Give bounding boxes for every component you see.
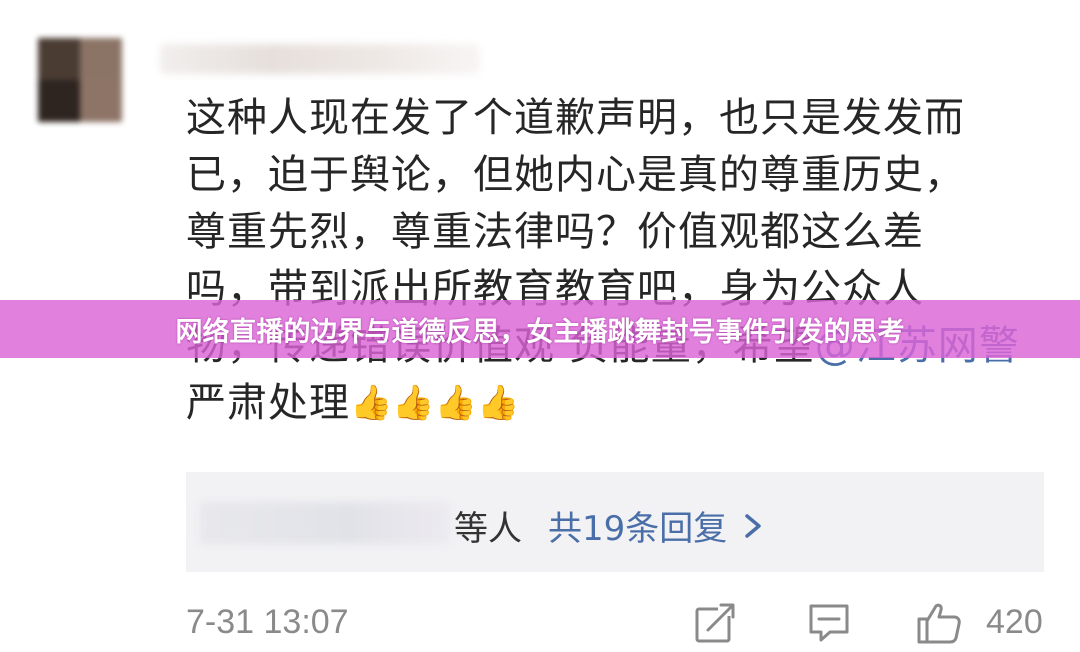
comment-line: 已，迫于舆论，但她内心是真的尊重历史， [186,152,965,198]
timestamp: 7-31 13:07 [186,603,349,641]
like-count: 420 [986,603,1043,641]
comment-line: 尊重先烈，尊重法律吗？价值观都这么差 [186,209,924,255]
replier-names-blurred [200,502,450,544]
comment-line: 这种人现在发了个道歉声明，也只是发发而 [186,95,965,141]
username-blurred[interactable] [160,44,480,74]
replies-box[interactable]: 等人 共19条回复 [186,472,1044,572]
view-replies-label: 共19条回复 [548,509,728,549]
like-icon[interactable] [916,600,962,646]
banner-title: 网络直播的边界与道德反思，女主播跳舞封号事件引发的思考 [175,316,905,348]
comment-text: 这种人现在发了个道歉声明，也只是发发而 已，迫于舆论，但她内心是真的尊重历史， … [186,90,1056,432]
avatar[interactable] [38,38,122,122]
repost-icon[interactable] [692,600,738,646]
view-replies-link[interactable]: 共19条回复 [548,501,765,550]
chevron-right-icon [745,513,762,538]
title-banner: 网络直播的边界与道德反思，女主播跳舞封号事件引发的思考 [0,300,1080,358]
thumbs-up-emoji: 👍👍👍👍 [350,383,520,423]
comment-line-text: 严肃处理 [186,380,350,426]
replies-suffix: 等人 [454,509,522,549]
reply-icon[interactable] [806,600,852,646]
